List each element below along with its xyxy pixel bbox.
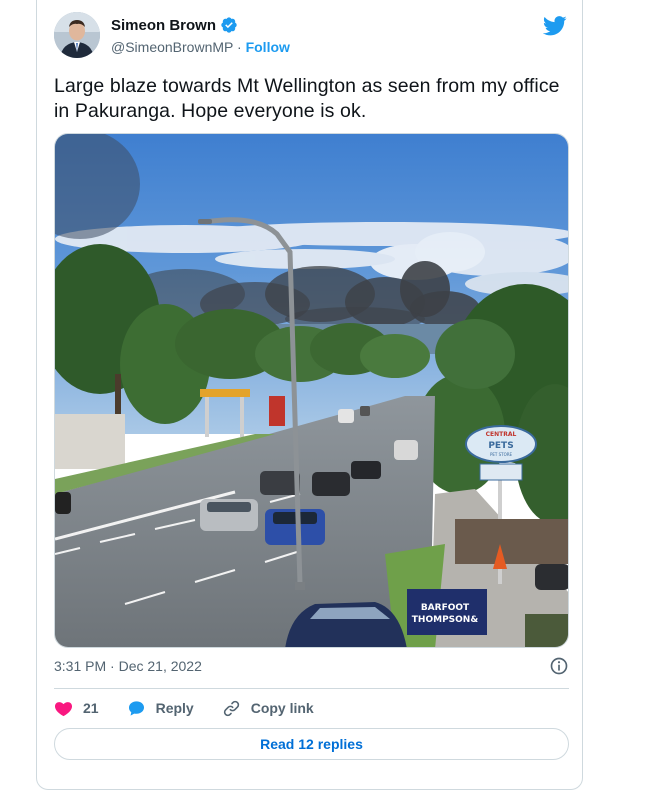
info-icon[interactable] — [549, 656, 569, 676]
sign-pet-store-text: PET STORE — [490, 452, 513, 457]
author-name-row: Simeon Brown — [111, 16, 238, 34]
sign-thompson-text: THOMPSON& — [412, 615, 479, 625]
author-handle-row: @SimeonBrownMP · Follow — [111, 39, 290, 55]
sign-pets-text: PETS — [488, 441, 513, 451]
author-name[interactable]: Simeon Brown — [111, 17, 216, 34]
reply-button[interactable]: Reply — [127, 699, 194, 718]
hedge — [525, 614, 568, 647]
copy-link-label: Copy link — [250, 700, 314, 716]
divider — [54, 688, 569, 689]
fence — [455, 519, 568, 564]
like-count: 21 — [83, 700, 99, 716]
tweet-text: Large blaze towards Mt Wellington as see… — [54, 75, 560, 122]
building-left — [55, 414, 125, 469]
handle-separator: · — [237, 39, 242, 55]
reply-label: Reply — [155, 700, 194, 716]
sign-barfoot-text: BARFOOT — [421, 603, 470, 613]
tweet-time: 3:31 PM — [54, 658, 107, 674]
reply-bubble-icon — [128, 700, 144, 716]
tweet-photo[interactable]: CENTRAL PETS PET STORE BARFOOT THOMPSON& — [54, 133, 569, 648]
verified-badge-icon — [221, 17, 237, 33]
sign-central-text: CENTRAL — [486, 431, 517, 438]
heart-icon — [54, 701, 73, 716]
avatar[interactable] — [54, 12, 100, 58]
action-bar: 21 Reply Copy link — [54, 697, 342, 719]
tweet-date: Dec 21, 2022 — [118, 658, 202, 674]
tweet-timestamp[interactable]: 3:31 PM · Dec 21, 2022 — [54, 658, 202, 674]
like-button[interactable]: 21 — [54, 699, 99, 718]
date-separator: · — [110, 658, 115, 674]
barfoot-thompson-sign: BARFOOT THOMPSON& — [407, 589, 487, 635]
author-handle[interactable]: @SimeonBrownMP — [111, 39, 233, 55]
copy-link-button[interactable]: Copy link — [222, 699, 314, 718]
read-replies-button[interactable]: Read 12 replies — [54, 728, 569, 760]
link-icon — [223, 700, 239, 716]
twitter-bird-icon[interactable] — [543, 16, 567, 36]
tweet-card: Simeon Brown @SimeonBrownMP · Follow Lar… — [36, 0, 583, 790]
follow-link[interactable]: Follow — [246, 39, 290, 55]
